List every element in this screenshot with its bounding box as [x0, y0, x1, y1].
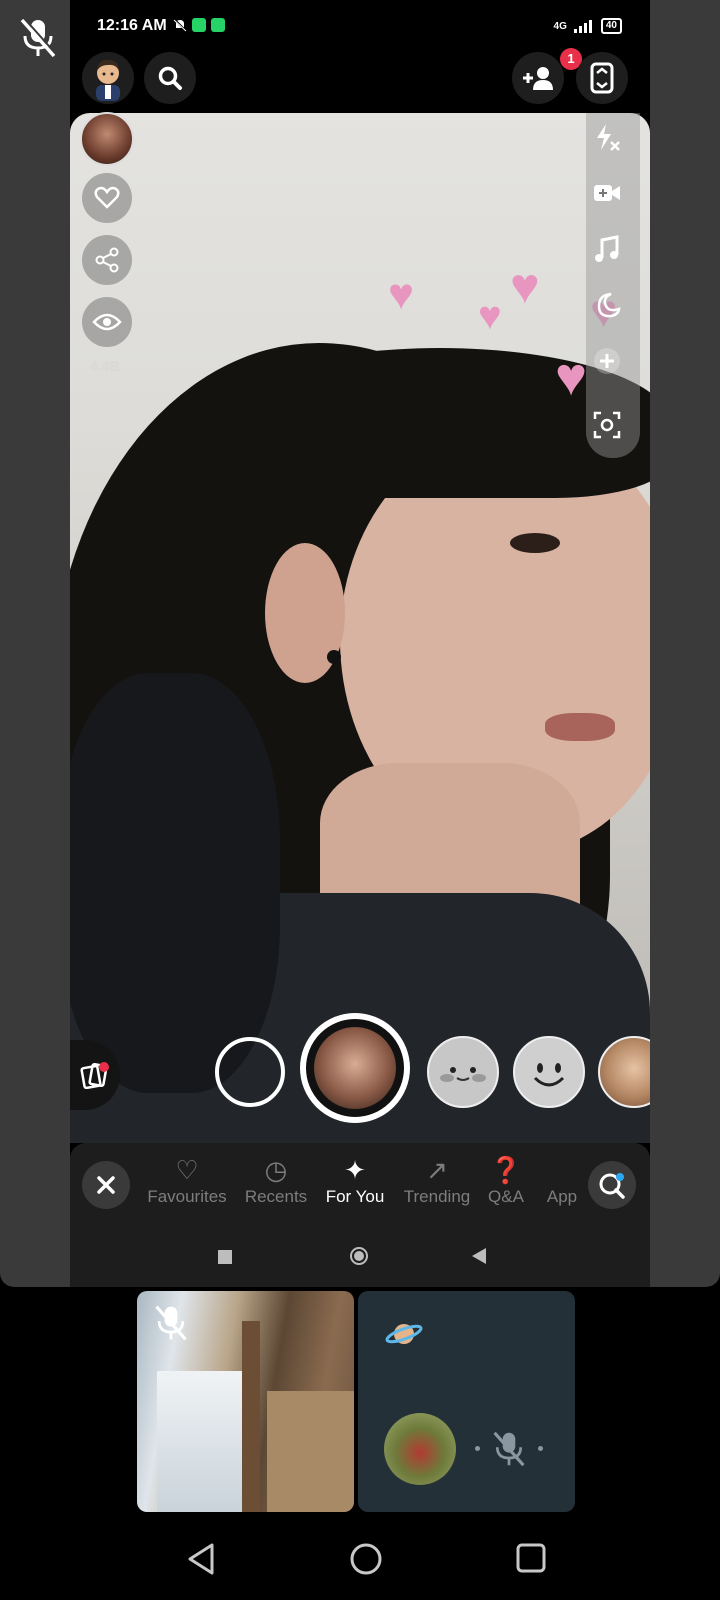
- lens-views-count: 4.4B: [90, 358, 120, 374]
- music-note-icon: [595, 235, 619, 262]
- history-icon: ◷: [264, 1155, 288, 1185]
- share-lens-button[interactable]: [82, 235, 132, 285]
- cat-face-icon: [440, 1067, 486, 1082]
- shared-phone-screen: 12:16 AM 4G 40 1 ♥ ♥ ♥ ♥ ♥ 4.4B ♡ Favour…: [70, 0, 650, 1287]
- add-friend-icon: [523, 67, 553, 90]
- back-icon[interactable]: [186, 1542, 216, 1576]
- whatsapp-icon: [192, 18, 206, 32]
- moon-icon: [597, 292, 621, 318]
- sparkle-icon: ✦: [344, 1155, 366, 1185]
- status-indicators: 4G 40: [554, 18, 622, 34]
- bitmoji-avatar-button[interactable]: [82, 52, 134, 104]
- scan-icon: [593, 411, 621, 439]
- separator-dot: [475, 1446, 480, 1451]
- participant-tile[interactable]: [358, 1291, 575, 1512]
- mic-muted-icon[interactable]: [18, 16, 58, 60]
- shared-screen-panel: 12:16 AM 4G 40 1 ♥ ♥ ♥ ♥ ♥ 4.4B ♡ Favour…: [0, 0, 720, 1287]
- tab-label: Trending: [403, 1187, 471, 1206]
- tab-label: Favourites: [147, 1187, 227, 1206]
- recents-nav-icon[interactable]: [218, 1250, 232, 1264]
- recents-icon[interactable]: [515, 1542, 547, 1574]
- tab-trending[interactable]: ↗ Trending: [400, 1153, 474, 1207]
- flip-camera-button[interactable]: [576, 52, 628, 104]
- capture-button[interactable]: [300, 1013, 410, 1123]
- network-type: 4G: [553, 20, 567, 32]
- notification-icons: [173, 18, 225, 32]
- video-button[interactable]: [582, 168, 632, 218]
- heart-sticker-icon: ♥: [510, 258, 540, 314]
- more-tools-button[interactable]: [582, 336, 632, 386]
- participant-avatar: [384, 1413, 456, 1485]
- share-icon: [95, 247, 119, 273]
- self-mic-muted-icon: [151, 1303, 191, 1348]
- lens-none[interactable]: [215, 1037, 285, 1107]
- memories-icon: [80, 1062, 109, 1089]
- night-mode-button[interactable]: [582, 280, 632, 330]
- heart-outline-icon: ♡: [175, 1155, 199, 1185]
- add-friend-button[interactable]: [512, 52, 564, 104]
- tab-qa[interactable]: ❓ Q&A: [484, 1153, 528, 1207]
- lens-views-button[interactable]: [82, 297, 132, 347]
- smile-face-icon: [533, 1063, 565, 1087]
- participant-mic-muted-icon: [491, 1429, 527, 1474]
- tab-label: Q&A: [488, 1187, 524, 1206]
- signal-icon: [573, 20, 592, 33]
- lens-search-button[interactable]: [588, 1161, 636, 1209]
- self-video-tile[interactable]: [137, 1291, 354, 1512]
- close-icon: [97, 1176, 115, 1194]
- tab-for-you[interactable]: ✦ For You: [322, 1153, 388, 1207]
- system-nav-bar: [0, 1520, 720, 1600]
- battery-indicator: 40: [600, 18, 622, 34]
- muted-bell-icon: [173, 18, 187, 32]
- bitmoji-avatar: [96, 59, 120, 101]
- status-bar: 12:16 AM 4G 40: [70, 0, 650, 50]
- planet-icon: [385, 1324, 423, 1344]
- heart-sticker-icon: ♥: [388, 270, 415, 319]
- whatsapp-icon: [211, 18, 225, 32]
- shared-phone-nav: [70, 1223, 650, 1287]
- tab-recents[interactable]: ◷ Recents: [240, 1153, 312, 1207]
- close-lens-button[interactable]: [82, 1161, 130, 1209]
- video-call-screen: 12:16 AM 4G 40 1 ♥ ♥ ♥ ♥ ♥ 4.4B ♡ Favour…: [0, 0, 720, 1600]
- back-nav-icon[interactable]: [472, 1248, 486, 1264]
- question-icon: ❓: [489, 1155, 523, 1185]
- search-icon: [158, 66, 182, 90]
- music-button[interactable]: [582, 224, 632, 274]
- lens-smile-face[interactable]: [513, 1036, 585, 1108]
- heart-outline-icon: [94, 186, 120, 209]
- flip-camera-icon: [590, 62, 614, 94]
- heart-sticker-icon: ♥: [478, 294, 502, 338]
- home-nav-dot: [354, 1251, 364, 1261]
- favorite-lens-button[interactable]: [82, 173, 132, 223]
- friend-badge-count: 1: [567, 51, 575, 66]
- search-button[interactable]: [144, 52, 196, 104]
- apps-icon: [542, 1153, 582, 1187]
- tab-label: For You: [325, 1187, 385, 1206]
- lens-cat-face[interactable]: [427, 1036, 499, 1108]
- video-camera-icon: [594, 185, 620, 201]
- lens-creator-avatar[interactable]: [80, 112, 134, 166]
- status-time: 12:16 AM: [97, 17, 167, 34]
- eye-icon: [92, 313, 122, 331]
- scan-button[interactable]: [582, 400, 632, 450]
- flash-off-button[interactable]: [582, 112, 632, 162]
- camera-preview[interactable]: ♥ ♥ ♥ ♥ ♥: [70, 113, 650, 1143]
- lens-search-icon: [599, 1173, 625, 1199]
- flash-off-icon: [597, 124, 620, 151]
- tab-favourites[interactable]: ♡ Favourites: [146, 1153, 228, 1207]
- tab-apps[interactable]: App: [542, 1153, 582, 1207]
- trending-icon: ↗: [426, 1155, 448, 1185]
- separator-dot: [538, 1446, 543, 1451]
- tab-label: Recents: [244, 1187, 308, 1206]
- plus-icon: [594, 348, 620, 374]
- tab-label: App: [546, 1187, 578, 1206]
- lens-category-bar: ♡ Favourites ◷ Recents ✦ For You ↗ Trend…: [70, 1143, 650, 1223]
- home-icon[interactable]: [349, 1542, 383, 1576]
